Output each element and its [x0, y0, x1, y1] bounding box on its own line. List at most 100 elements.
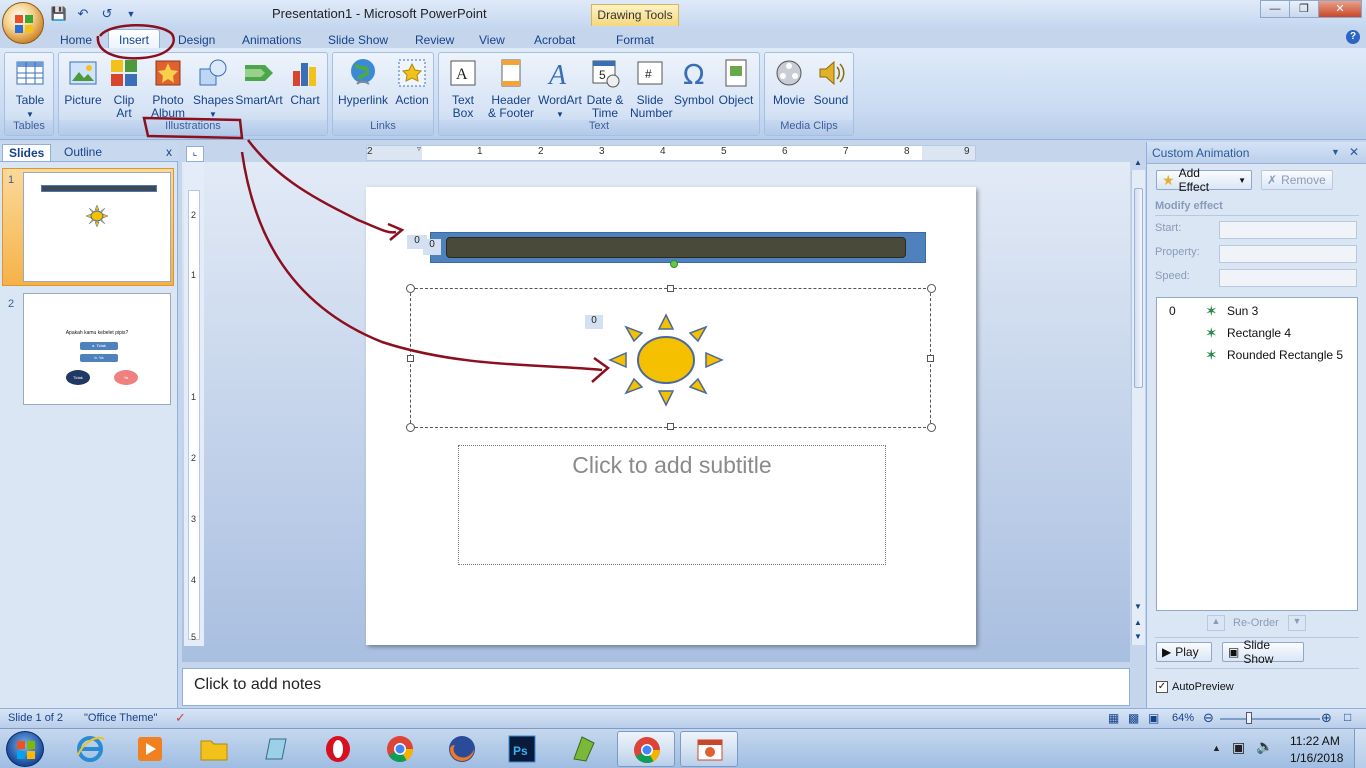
- sound-button[interactable]: Sound: [811, 57, 851, 107]
- notes-pane[interactable]: Click to add notes: [182, 668, 1130, 706]
- undo-icon[interactable]: ↶: [74, 5, 92, 23]
- resize-handle[interactable]: [406, 284, 415, 293]
- opera-icon[interactable]: [322, 733, 354, 765]
- zoom-in-icon[interactable]: ⊕: [1321, 710, 1332, 726]
- date-time-button[interactable]: 5 Date & Time: [585, 57, 625, 120]
- move-up-icon[interactable]: ▲: [1207, 615, 1225, 631]
- photo-album-button[interactable]: Photo Album: [145, 57, 191, 120]
- header-footer-button[interactable]: Header & Footer: [485, 57, 537, 120]
- play-button[interactable]: ▶ Play: [1156, 642, 1212, 662]
- speed-select[interactable]: [1219, 269, 1357, 287]
- minimize-button[interactable]: —: [1260, 0, 1290, 18]
- tab-acrobat[interactable]: Acrobat: [534, 31, 575, 49]
- network-icon[interactable]: ▣: [1232, 739, 1245, 756]
- fit-to-window-icon[interactable]: □: [1344, 710, 1351, 724]
- clock-time[interactable]: 11:22 AM: [1290, 734, 1340, 748]
- resize-handle[interactable]: [406, 423, 415, 432]
- symbol-button[interactable]: Ω Symbol: [673, 57, 715, 107]
- tab-home[interactable]: Home: [60, 31, 92, 49]
- chrome-icon[interactable]: [384, 733, 416, 765]
- tab-selector-button[interactable]: ⌞: [186, 146, 204, 162]
- clip-art-button[interactable]: Clip Art: [107, 57, 141, 120]
- taskbar-chrome-active[interactable]: [617, 731, 675, 767]
- list-item[interactable]: 0 ✶ Sun 3: [1157, 302, 1357, 322]
- tab-view[interactable]: View: [479, 31, 505, 49]
- close-pane-icon[interactable]: ✕: [1349, 145, 1359, 159]
- tab-review[interactable]: Review: [415, 31, 454, 49]
- tab-slides[interactable]: Slides: [2, 144, 52, 161]
- office-button[interactable]: [2, 2, 44, 44]
- slide-sorter-icon[interactable]: ▩: [1128, 711, 1139, 725]
- shapes-button[interactable]: Shapes ▼: [193, 57, 234, 121]
- title-rectangle[interactable]: [430, 232, 926, 263]
- green-app-icon[interactable]: [568, 733, 600, 765]
- clock-date[interactable]: 1/16/2018: [1290, 751, 1343, 765]
- zoom-slider[interactable]: [1220, 718, 1320, 720]
- property-select[interactable]: [1219, 245, 1357, 263]
- zoom-level[interactable]: 64%: [1172, 712, 1194, 724]
- restore-button[interactable]: ❐: [1289, 0, 1319, 18]
- file-explorer-icon[interactable]: [198, 733, 230, 765]
- zoom-slider-thumb[interactable]: [1246, 712, 1252, 724]
- save-icon[interactable]: 💾: [50, 5, 68, 23]
- picture-button[interactable]: Picture: [63, 57, 103, 107]
- slide-show-button[interactable]: ▣ Slide Show: [1222, 638, 1304, 666]
- redo-icon[interactable]: ↺: [98, 5, 116, 23]
- start-select[interactable]: [1219, 221, 1357, 239]
- resize-handle[interactable]: [407, 355, 414, 362]
- show-desktop-button[interactable]: [1354, 729, 1366, 768]
- move-down-icon[interactable]: ▼: [1288, 615, 1306, 631]
- slide-show-view-icon[interactable]: ▣: [1148, 711, 1159, 725]
- zoom-out-icon[interactable]: ⊖: [1203, 710, 1214, 726]
- subtitle-placeholder[interactable]: Click to add subtitle: [458, 445, 886, 565]
- resize-handle[interactable]: [927, 284, 936, 293]
- internet-explorer-icon[interactable]: [74, 733, 106, 765]
- scroll-down-icon[interactable]: ▼: [1134, 602, 1142, 611]
- previous-slide-icon[interactable]: ▲: [1134, 618, 1142, 627]
- tab-slide-show[interactable]: Slide Show: [328, 31, 388, 49]
- action-button[interactable]: Action: [393, 57, 431, 107]
- slide[interactable]: 0 0 0 Click to add subtitle: [366, 187, 976, 645]
- start-button[interactable]: [6, 731, 44, 767]
- pane-options-icon[interactable]: ▼: [1331, 147, 1340, 157]
- scrollbar-thumb[interactable]: [1134, 188, 1143, 388]
- vertical-scrollbar[interactable]: ▲ ▼ ▲ ▼: [1131, 158, 1145, 645]
- slide-thumbnail-1[interactable]: [23, 172, 171, 282]
- firefox-icon[interactable]: [446, 733, 478, 765]
- resize-handle[interactable]: [667, 285, 674, 292]
- list-item[interactable]: ✶ Rectangle 4: [1157, 324, 1357, 344]
- theme-name[interactable]: "Office Theme": [84, 712, 157, 724]
- sun-shape[interactable]: [608, 313, 724, 407]
- help-icon[interactable]: ?: [1346, 30, 1360, 44]
- tab-insert[interactable]: Insert: [108, 29, 161, 50]
- slide-number-button[interactable]: # Slide Number: [627, 57, 673, 120]
- remove-button[interactable]: ✗ Remove: [1261, 170, 1333, 190]
- resize-handle[interactable]: [927, 355, 934, 362]
- close-button[interactable]: ✕: [1318, 0, 1362, 18]
- rotate-handle[interactable]: [670, 260, 678, 268]
- movie-button[interactable]: Movie: [769, 57, 809, 107]
- normal-view-icon[interactable]: ▦: [1108, 711, 1119, 725]
- taskbar-powerpoint-active[interactable]: [680, 731, 738, 767]
- hyperlink-button[interactable]: Hyperlink: [335, 57, 391, 107]
- spelling-check-icon[interactable]: ✓: [175, 710, 186, 726]
- tab-design[interactable]: Design: [178, 31, 215, 49]
- smartart-button[interactable]: SmartArt: [235, 57, 283, 107]
- photoshop-icon[interactable]: Ps: [506, 733, 538, 765]
- table-button[interactable]: Table ▼: [9, 57, 51, 121]
- text-box-button[interactable]: A Text Box: [443, 57, 483, 120]
- object-button[interactable]: Object: [715, 57, 757, 107]
- autopreview-checkbox[interactable]: ✓: [1156, 681, 1168, 693]
- scroll-up-icon[interactable]: ▲: [1134, 158, 1142, 167]
- add-effect-button[interactable]: ★ Add Effect ▼: [1156, 166, 1252, 194]
- close-pane-icon[interactable]: x: [166, 145, 172, 159]
- wordart-button[interactable]: A WordArt ▼: [537, 57, 583, 121]
- media-player-icon[interactable]: [134, 733, 166, 765]
- list-item[interactable]: ✶ Rounded Rectangle 5: [1157, 346, 1357, 366]
- indent-marker[interactable]: ▿: [417, 144, 421, 153]
- customize-qat-icon[interactable]: ▼: [122, 5, 140, 23]
- notes-app-icon[interactable]: [260, 733, 292, 765]
- next-slide-icon[interactable]: ▼: [1134, 632, 1142, 641]
- slide-thumbnail-2[interactable]: Apakah kamu kebelet pipis? a. Tidak b. Y…: [23, 293, 171, 405]
- tab-format[interactable]: Format: [616, 31, 654, 49]
